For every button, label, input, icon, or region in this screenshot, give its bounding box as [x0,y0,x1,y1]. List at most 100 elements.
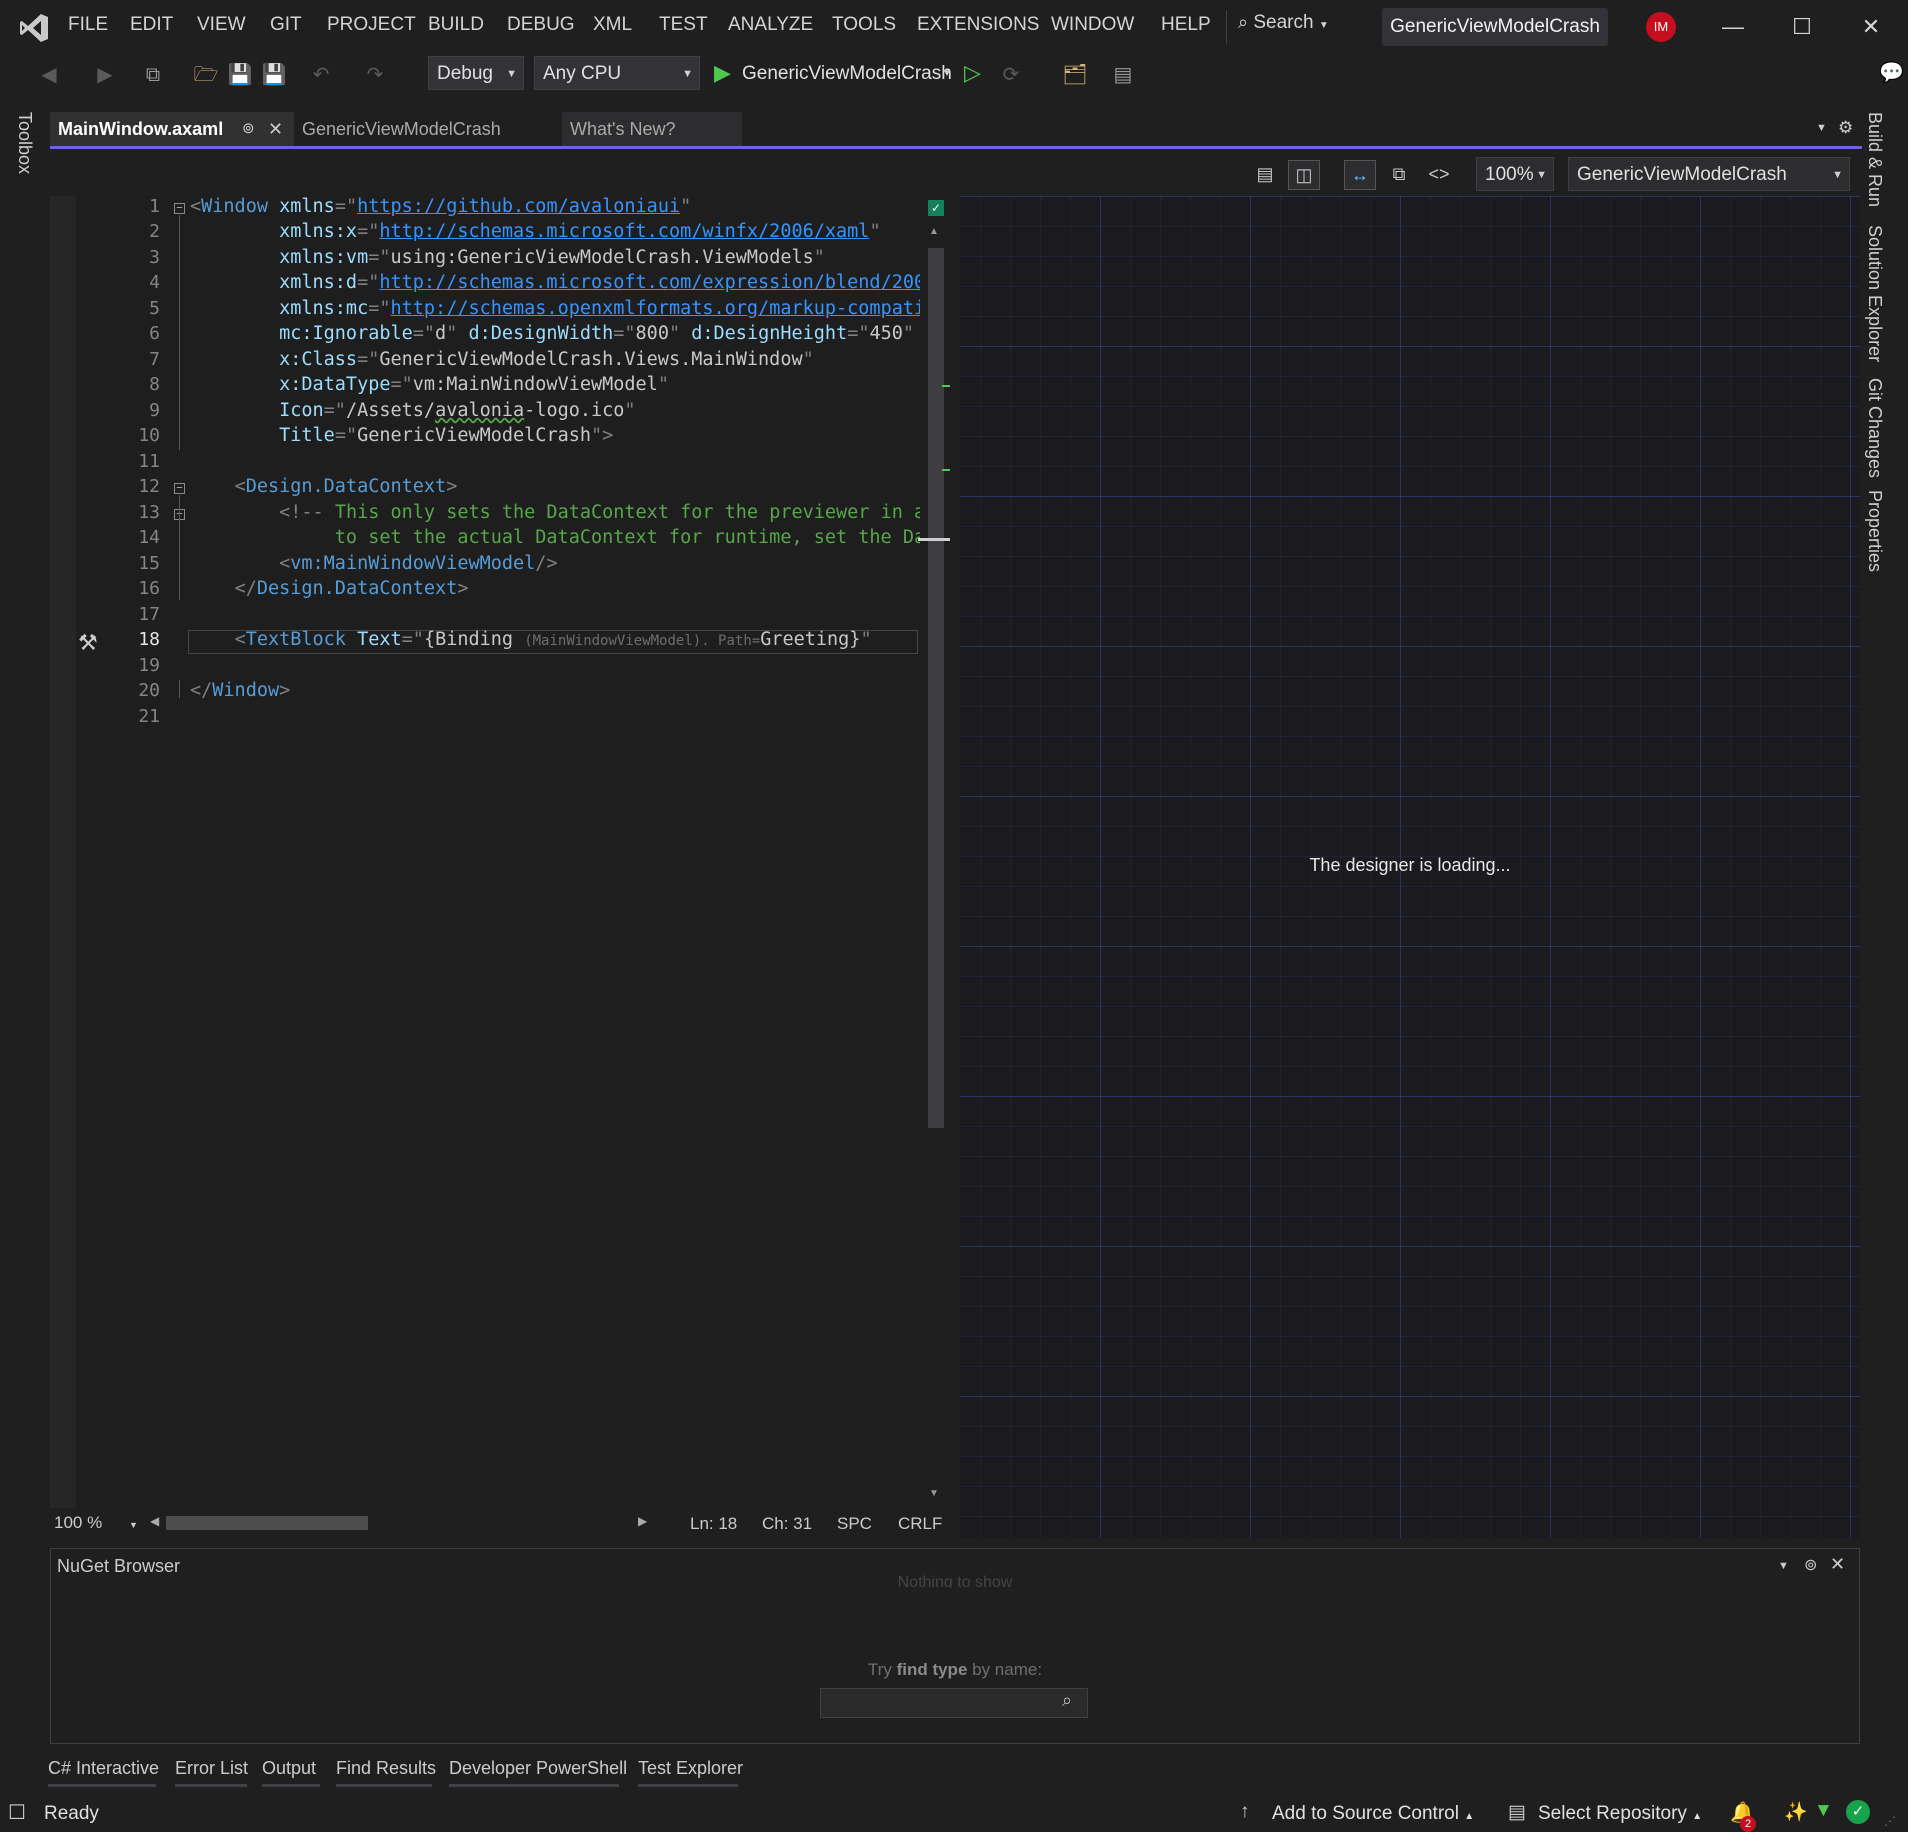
fold-toggle-icon[interactable]: − [174,203,185,214]
maximize-icon[interactable]: ☐ [1782,8,1822,46]
browse-folder-icon[interactable]: 🗂 [1062,62,1088,88]
swap-panes-icon[interactable]: ↔ [1344,160,1376,190]
back-icon[interactable]: ◀ [36,62,62,88]
close-icon[interactable]: ✕ [268,112,283,146]
layout-icon[interactable]: ▤ [1110,62,1136,88]
configuration-select[interactable]: Debug ▼ [428,56,524,90]
menu-debug[interactable]: DEBUG [507,14,575,36]
menu-tools[interactable]: TOOLS [832,14,896,36]
column-indicator[interactable]: Ch: 31 [762,1514,812,1534]
tab-list-chevron-icon[interactable]: ▼ [1816,122,1827,134]
forward-icon[interactable]: ▶ [92,62,118,88]
tab-test-explorer[interactable]: Test Explorer [638,1758,743,1779]
output-window-icon[interactable]: ☐ [8,1800,26,1825]
tab-whats-new[interactable]: What's New? [562,112,742,146]
build-run-tab[interactable]: Build & Run [1864,112,1885,207]
vs-logo-icon[interactable] [18,12,50,44]
solution-explorer-tab[interactable]: Solution Explorer [1864,225,1885,362]
tab-developer-powershell[interactable]: Developer PowerShell [449,1758,627,1779]
gear-icon[interactable]: ⚙ [1838,118,1853,138]
tab-csharp-interactive[interactable]: C# Interactive [48,1758,159,1779]
menu-analyze[interactable]: ANALYZE [728,14,813,36]
open-folder-icon[interactable]: 🗁 [193,62,219,88]
designer-target-select[interactable]: GenericViewModelCrash [net7.0] ▼ [1568,157,1850,219]
chevron-down-icon[interactable]: ▼ [1778,1560,1789,1572]
menu-build[interactable]: BUILD [428,14,484,36]
menu-window[interactable]: WINDOW [1051,14,1134,36]
tab-output[interactable]: Output [262,1758,316,1779]
save-icon[interactable]: 💾 [227,62,253,88]
menu-help[interactable]: HELP [1161,14,1211,36]
redo-icon[interactable]: ↷ [362,62,388,88]
minimize-icon[interactable]: — [1713,8,1753,46]
hammer-icon[interactable]: ⚒ [78,630,98,656]
vertical-split-icon[interactable]: ◫ [1288,160,1320,190]
editor-scroll-thumb[interactable] [928,248,944,1128]
add-to-source-control-button[interactable]: Add to Source Control ▲ [1272,1803,1474,1825]
new-project-icon[interactable]: ⧉ [140,62,166,88]
menu-xml[interactable]: XML [593,14,632,36]
toolbox-tab[interactable]: Toolbox [14,112,35,174]
save-all-icon[interactable]: 💾 [261,62,287,88]
whitespace-indicator[interactable]: SPC [837,1514,872,1534]
editor-horizontal-scroll-thumb[interactable] [166,1516,368,1530]
code-view-icon[interactable]: <> [1424,160,1454,188]
no-issues-icon[interactable]: ✓ [928,200,944,216]
pin-icon[interactable]: ⊚ [242,112,255,146]
menu-file[interactable]: FILE [68,14,108,36]
start-without-debugging-icon[interactable]: ▷ [964,60,981,86]
line-indicator[interactable]: Ln: 18 [690,1514,737,1534]
menu-project[interactable]: PROJECT [327,14,416,36]
select-repository-button[interactable]: Select Repository ▲ [1538,1803,1702,1825]
scroll-right-icon[interactable]: ▶ [638,1514,647,1528]
hot-reload-icon[interactable]: ⟳ [998,62,1024,88]
search-icon[interactable]: ⌕ [1062,1690,1072,1711]
scroll-up-icon[interactable]: ▲ [929,226,939,237]
code-area[interactable]: <Window xmlns="https://github.com/avalon… [190,196,920,1508]
line-number: 2 [149,221,160,242]
scroll-left-icon[interactable]: ◀ [150,1514,159,1528]
chevron-down-icon[interactable]: ▼ [942,68,952,79]
start-target-label[interactable]: GenericViewModelCrash [742,63,952,85]
feedback-icon[interactable]: 💬 [1879,60,1904,85]
platform-select[interactable]: Any CPU ▼ [534,56,700,90]
menu-test[interactable]: TEST [659,14,708,36]
fold-toggle-icon[interactable]: − [174,483,185,494]
close-icon[interactable]: ✕ [1830,1554,1845,1575]
line-ending-indicator[interactable]: CRLF [898,1514,942,1534]
nuget-type-search-input[interactable] [820,1688,1088,1718]
scroll-down-icon[interactable]: ▼ [929,1488,939,1499]
collapse-pane-icon[interactable]: ⧉ [1384,160,1414,188]
search-button[interactable]: ⌕ Search ▼ [1238,12,1329,34]
tab-find-results[interactable]: Find Results [336,1758,436,1779]
pin-icon[interactable]: ⊚ [1804,1555,1817,1575]
undo-icon[interactable]: ↶ [308,62,334,88]
tab-genericviewmodelcrash[interactable]: GenericViewModelCrash [294,112,562,146]
copilot-icon[interactable]: ▼ [1814,1800,1833,1822]
caret-position-marker [918,538,950,541]
search-icon: ⌕ [1238,12,1249,32]
menu-git[interactable]: GIT [270,14,302,36]
menu-extensions[interactable]: EXTENSIONS [917,14,1039,36]
designer-zoom-select[interactable]: 100% ▼ [1476,157,1554,191]
check-status-icon[interactable]: ✓ [1846,1800,1870,1824]
start-debugging-icon[interactable]: ▶ [714,60,731,86]
configuration-value: Debug [437,63,493,84]
tab-error-list[interactable]: Error List [175,1758,248,1779]
close-icon[interactable]: ✕ [1851,8,1891,46]
line-number: 7 [149,349,160,370]
line-number: 15 [138,553,160,574]
status-text: Ready [44,1803,99,1824]
horizontal-split-icon[interactable]: ▤ [1250,160,1280,188]
editor-zoom-select[interactable]: 100 % ▼ [54,1513,138,1533]
git-changes-tab[interactable]: Git Changes [1864,378,1885,478]
properties-tab[interactable]: Properties [1864,490,1885,572]
tab-mainwindow-axaml[interactable]: MainWindow.axaml ⊚ ✕ [50,112,294,146]
line-number: 21 [138,706,160,727]
change-marker [942,469,950,471]
menu-view[interactable]: VIEW [197,14,246,36]
avatar[interactable]: IM [1646,12,1676,42]
menu-edit[interactable]: EDIT [130,14,173,36]
live-share-icon[interactable]: ✨ [1784,1800,1808,1824]
hint-text: by name: [967,1660,1043,1679]
